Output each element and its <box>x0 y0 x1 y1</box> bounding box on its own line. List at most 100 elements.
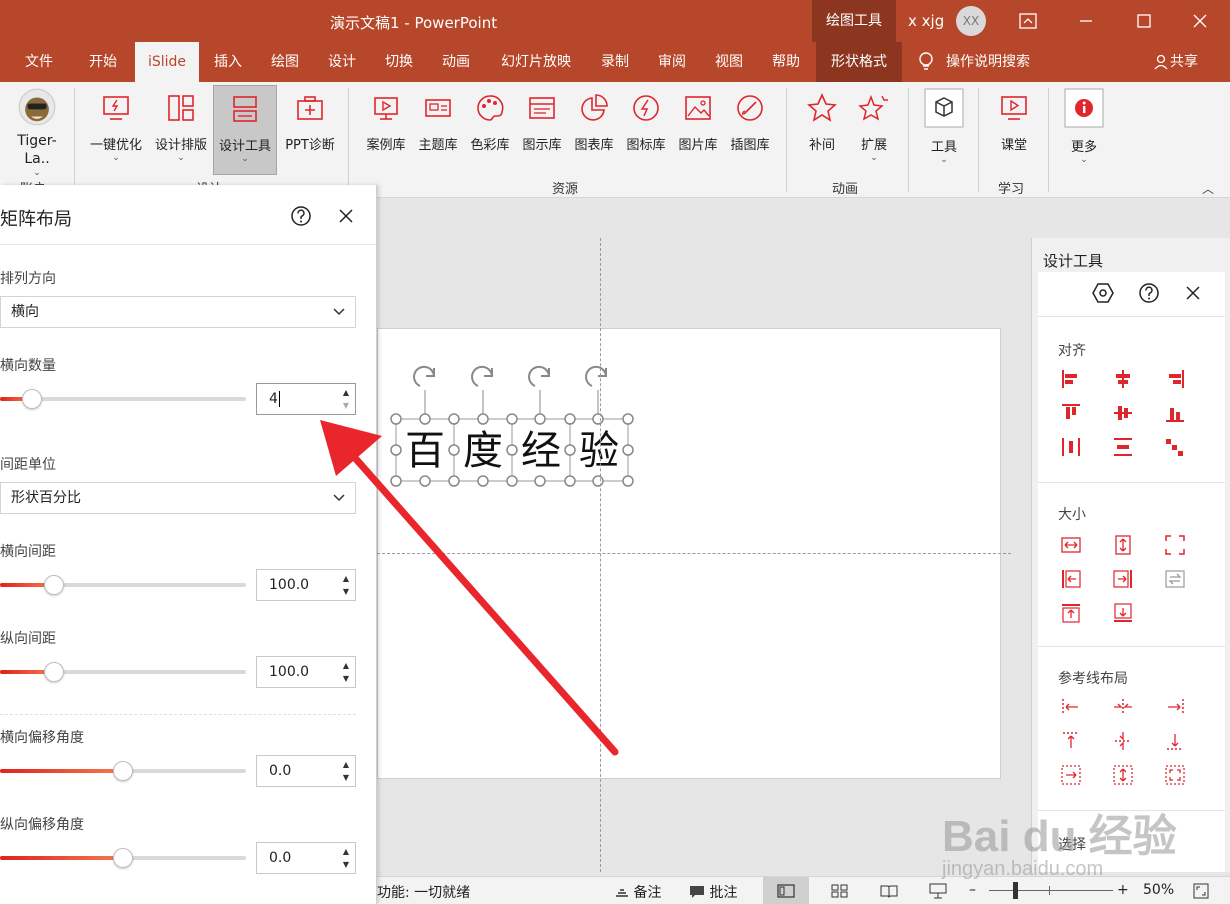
tab-insert[interactable]: 插入 <box>203 42 253 82</box>
zoom-slider-thumb[interactable] <box>1013 882 1018 899</box>
ppt-diagnose-button[interactable]: PPT诊断 <box>280 88 340 172</box>
tab-help[interactable]: 帮助 <box>761 42 811 82</box>
collapse-ribbon-icon[interactable]: ︿ <box>1202 180 1214 197</box>
guide-top-icon[interactable] <box>1060 730 1082 752</box>
chart-library-button[interactable]: 图表库 <box>568 88 620 172</box>
extend-button[interactable]: 扩展 ⌄ <box>848 88 900 172</box>
slider-knob[interactable] <box>113 848 133 868</box>
notes-button[interactable]: 备注 <box>615 882 661 902</box>
same-width-icon[interactable] <box>1060 534 1082 556</box>
same-size-icon[interactable] <box>1164 534 1186 556</box>
image-library-button[interactable]: 图片库 <box>672 88 724 172</box>
tab-slideshow[interactable]: 幻灯片放映 <box>490 42 582 82</box>
classroom-button[interactable]: 课堂 <box>988 88 1040 172</box>
direction-select[interactable]: 横向 <box>0 296 356 328</box>
tell-me-search[interactable]: 操作说明搜索 <box>918 42 1054 82</box>
tab-review[interactable]: 审阅 <box>647 42 697 82</box>
diagram-library-button[interactable]: 图示库 <box>516 88 568 172</box>
slider-knob[interactable] <box>44 575 64 595</box>
zoom-slider[interactable] <box>989 890 1113 891</box>
tab-view[interactable]: 视图 <box>704 42 754 82</box>
v-spacing-slider[interactable] <box>0 661 246 682</box>
slider-knob[interactable] <box>22 389 42 409</box>
guide-fill-h-icon[interactable] <box>1060 764 1082 786</box>
spacing-unit-select[interactable]: 形状百分比 <box>0 482 356 514</box>
guide-right-icon[interactable] <box>1164 696 1186 718</box>
tab-draw[interactable]: 绘图 <box>260 42 310 82</box>
v-offset-input[interactable]: 0.0 ▲ ▼ <box>256 842 356 874</box>
same-height-icon[interactable] <box>1112 534 1134 556</box>
h-spacing-slider[interactable] <box>0 574 246 595</box>
normal-view-button[interactable] <box>763 877 809 904</box>
align-top-icon[interactable] <box>1060 402 1082 424</box>
slider-knob[interactable] <box>44 662 64 682</box>
slider-knob[interactable] <box>113 761 133 781</box>
tools-button[interactable]: 工具 ⌄ <box>918 88 970 172</box>
comments-button[interactable]: 批注 <box>689 882 737 902</box>
fit-slide-icon[interactable] <box>1193 883 1209 899</box>
tab-islide[interactable]: iSlide <box>135 42 199 82</box>
align-middle-icon[interactable] <box>1112 402 1134 424</box>
tab-record[interactable]: 录制 <box>590 42 640 82</box>
design-layout-button[interactable]: 设计排版 ⌄ <box>150 88 212 172</box>
tab-transitions[interactable]: 切换 <box>374 42 424 82</box>
align-bottom-icon[interactable] <box>1164 402 1186 424</box>
guide-center-v-icon[interactable] <box>1112 730 1134 752</box>
guide-fill-v-icon[interactable] <box>1112 764 1134 786</box>
maximize-button[interactable] <box>1116 0 1172 42</box>
spin-down-icon[interactable]: ▼ <box>343 858 349 871</box>
user-name[interactable]: x xjg <box>908 12 944 30</box>
rotate-handle[interactable] <box>471 365 493 387</box>
account-button[interactable]: Tiger-La.. ⌄ <box>8 88 66 178</box>
one-click-optimize-button[interactable]: 一键优化 ⌄ <box>84 88 148 172</box>
zoom-level[interactable]: 50% <box>1143 882 1174 898</box>
rotate-handle[interactable] <box>585 365 607 387</box>
distribute-diagonal-icon[interactable] <box>1164 436 1186 458</box>
slideshow-icon[interactable] <box>929 883 947 899</box>
color-library-button[interactable]: 色彩库 <box>464 88 516 172</box>
guide-fill-all-icon[interactable] <box>1164 764 1186 786</box>
close-button[interactable] <box>1172 0 1228 42</box>
design-tools-button[interactable]: 设计工具 ⌄ <box>213 85 277 175</box>
slide-sorter-icon[interactable] <box>831 884 849 898</box>
minimize-button[interactable] <box>1058 0 1114 42</box>
avatar[interactable]: XX <box>956 6 986 36</box>
extend-top-icon[interactable] <box>1060 602 1082 624</box>
spin-up-icon[interactable]: ▲ <box>343 845 349 858</box>
zoom-out-button[interactable]: – <box>969 882 976 898</box>
tab-file[interactable]: 文件 <box>14 42 64 82</box>
v-offset-slider[interactable] <box>0 847 246 868</box>
spin-buttons[interactable]: ▲ ▼ <box>343 386 349 412</box>
spin-buttons[interactable]: ▲ ▼ <box>343 845 349 871</box>
illustration-library-button[interactable]: 插图库 <box>724 88 776 172</box>
theme-library-button[interactable]: 主题库 <box>412 88 464 172</box>
share-button[interactable]: 共享 <box>1146 42 1206 82</box>
distribute-vertical-icon[interactable] <box>1112 436 1134 458</box>
close-icon[interactable] <box>338 208 354 224</box>
swap-icon[interactable] <box>1164 568 1186 590</box>
align-center-icon[interactable] <box>1112 368 1134 390</box>
guide-bottom-icon[interactable] <box>1164 730 1186 752</box>
reading-view-icon[interactable] <box>880 884 898 898</box>
rotate-handle[interactable] <box>413 365 435 387</box>
close-icon[interactable] <box>1184 284 1202 302</box>
spin-up-icon[interactable]: ▲ <box>343 386 349 399</box>
help-icon[interactable] <box>290 205 312 227</box>
extend-left-icon[interactable] <box>1060 568 1082 590</box>
guide-center-h-icon[interactable] <box>1112 696 1134 718</box>
case-library-button[interactable]: 案例库 <box>360 88 412 172</box>
more-button[interactable]: 更多 ⌄ <box>1058 88 1110 172</box>
help-icon[interactable] <box>1138 282 1160 304</box>
extend-bottom-icon[interactable] <box>1112 602 1134 624</box>
settings-hex-icon[interactable] <box>1092 282 1114 304</box>
align-right-icon[interactable] <box>1164 368 1186 390</box>
icon-library-button[interactable]: 图标库 <box>620 88 672 172</box>
h-count-slider[interactable] <box>0 388 246 409</box>
tab-shape-format[interactable]: 形状格式 <box>816 42 902 82</box>
distribute-horizontal-icon[interactable] <box>1060 436 1082 458</box>
tab-design[interactable]: 设计 <box>317 42 367 82</box>
tab-home[interactable]: 开始 <box>78 42 128 82</box>
ribbon-display-button[interactable] <box>1000 0 1056 42</box>
tween-button[interactable]: 补间 <box>796 88 848 172</box>
zoom-in-button[interactable]: + <box>1117 882 1129 898</box>
